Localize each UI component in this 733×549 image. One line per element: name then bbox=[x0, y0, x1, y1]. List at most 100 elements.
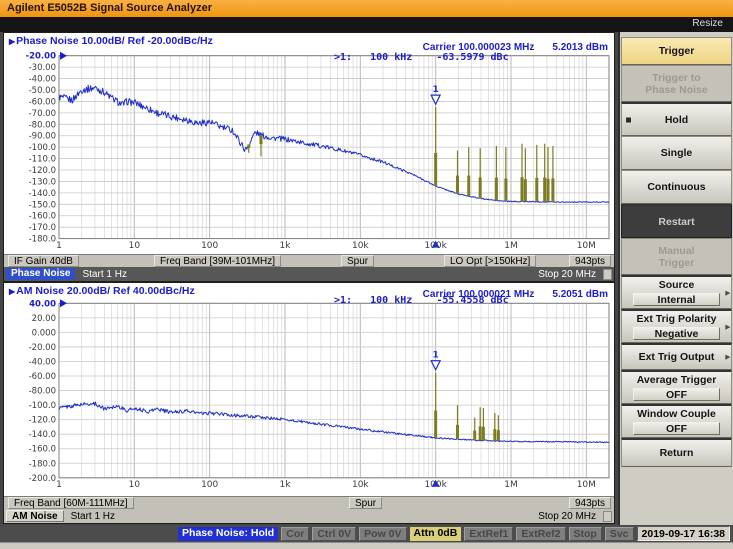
phase-noise-marker-readout: >1: 100 kHz -63.5979 dBc bbox=[334, 52, 509, 63]
plot-column: 1101001k10k100k1M10M-20.00-30.00-40.00-5… bbox=[0, 32, 618, 525]
status-bar: Phase Noise: Hold Cor Ctrl 0V Pow 0V Attn 0d… bbox=[0, 525, 733, 542]
phase-noise-panel: 1101001k10k100k1M10M-20.00-30.00-40.00-5… bbox=[4, 33, 614, 254]
menu-item-average-trigger[interactable]: Average Trigger OFF bbox=[621, 370, 732, 404]
phase-noise-status-row: IF Gain 40dB Freq Band [39M-101MHz] Spur LO… bbox=[4, 254, 614, 267]
menu-item-manual-trigger: Manual Trigger bbox=[621, 238, 732, 275]
title-bar: Agilent E5052B Signal Source Analyzer bbox=[0, 0, 733, 17]
svg-text:-90.00: -90.00 bbox=[29, 132, 56, 142]
svg-text:-120.0: -120.0 bbox=[29, 166, 56, 176]
svg-text:100: 100 bbox=[201, 241, 218, 251]
resize-button[interactable]: Resize bbox=[692, 18, 723, 29]
svg-text:-200.0: -200.0 bbox=[29, 474, 56, 484]
svg-text:-120.0: -120.0 bbox=[29, 416, 56, 426]
svg-text:1: 1 bbox=[56, 241, 62, 251]
menu-item-single[interactable]: Single bbox=[621, 136, 732, 170]
svg-text:10: 10 bbox=[129, 480, 141, 490]
svg-text:-60.00: -60.00 bbox=[29, 97, 56, 107]
svg-text:-20.00: -20.00 bbox=[26, 52, 56, 62]
svg-text:10: 10 bbox=[129, 241, 141, 251]
svg-text:1k: 1k bbox=[280, 241, 292, 251]
menu-item-ext-trig-output[interactable]: Ext Trig Output ▸ bbox=[621, 343, 732, 370]
statusbar-extref1: ExtRef1 bbox=[464, 526, 514, 541]
svg-text:-140.0: -140.0 bbox=[29, 430, 56, 440]
svg-text:-100.0: -100.0 bbox=[29, 401, 56, 411]
statusbar-pow: Pow 0V bbox=[359, 526, 407, 541]
menu-value: Internal bbox=[633, 292, 720, 306]
status-item-points: 943pts bbox=[568, 497, 611, 509]
svg-text:10M: 10M bbox=[577, 241, 596, 251]
menu-item-restart[interactable]: Restart bbox=[621, 204, 732, 238]
main-area: 1101001k10k100k1M10M-20.00-30.00-40.00-5… bbox=[0, 32, 733, 525]
menu-value: OFF bbox=[633, 421, 720, 435]
statusbar-attn: Attn 0dB bbox=[409, 526, 462, 541]
statusbar-phase-noise-hold[interactable]: Phase Noise: Hold bbox=[178, 526, 279, 541]
svg-text:-40.00: -40.00 bbox=[29, 75, 56, 85]
am-noise-header: ▶AM Noise 20.00dB/ Ref 40.00dBc/Hz bbox=[9, 285, 195, 297]
phase-noise-header: ▶Phase Noise 10.00dB/ Ref -20.00dBc/Hz bbox=[9, 35, 213, 47]
menu-label: Average Trigger bbox=[636, 373, 717, 386]
am-noise-window-tab[interactable]: AM Noise bbox=[6, 510, 64, 522]
menu-item-source[interactable]: Source Internal ▸ bbox=[621, 275, 732, 309]
svg-text:10M: 10M bbox=[577, 480, 596, 490]
menu-label: Trigger bbox=[658, 45, 695, 57]
status-item-lo-opt: LO Opt [>150kHz] bbox=[444, 255, 537, 267]
status-item-points: 943pts bbox=[568, 255, 611, 267]
am-noise-stop-label: Stop 20 MHz bbox=[538, 510, 596, 522]
menu-label: Hold bbox=[664, 113, 689, 126]
submenu-arrow-icon: ▸ bbox=[725, 287, 730, 297]
selection-dot-icon bbox=[626, 117, 631, 122]
phase-noise-plot: 1101001k10k100k1M10M-20.00-30.00-40.00-5… bbox=[26, 51, 610, 251]
statusbar-extref2: ExtRef2 bbox=[516, 526, 566, 541]
phase-noise-footer: Phase Noise Start 1 Hz Stop 20 MHz bbox=[4, 267, 614, 281]
footer-resize-handle[interactable] bbox=[603, 510, 612, 522]
svg-text:-30.00: -30.00 bbox=[29, 63, 56, 73]
svg-text:-130.0: -130.0 bbox=[29, 177, 56, 187]
menu-label: Source bbox=[658, 278, 695, 291]
menu-item-trigger[interactable]: Trigger bbox=[621, 37, 732, 65]
menu-item-return[interactable]: Return bbox=[621, 438, 732, 467]
menu-label: Ext Trig Polarity bbox=[636, 312, 717, 325]
svg-text:1: 1 bbox=[56, 480, 62, 490]
statusbar-stop: Stop bbox=[568, 526, 602, 541]
menu-label: Single bbox=[660, 147, 693, 159]
carrier-power: 5.2013 dBm bbox=[552, 42, 608, 53]
phase-noise-window-tab[interactable]: Phase Noise bbox=[6, 268, 76, 280]
menu-item-ext-trig-polarity[interactable]: Ext Trig Polarity Negative ▸ bbox=[621, 309, 732, 343]
svg-text:40.00: 40.00 bbox=[29, 299, 56, 309]
phase-noise-start-label: Start 1 Hz bbox=[82, 268, 127, 280]
svg-text:10k: 10k bbox=[352, 241, 369, 251]
svg-text:10k: 10k bbox=[352, 480, 369, 490]
menu-item-window-couple[interactable]: Window Couple OFF bbox=[621, 404, 732, 438]
svg-text:1: 1 bbox=[433, 85, 439, 95]
menu-label: Phase Noise bbox=[645, 83, 708, 96]
svg-text:1: 1 bbox=[433, 351, 439, 361]
svg-text:-50.00: -50.00 bbox=[29, 86, 56, 96]
carrier-power: 5.2051 dBm bbox=[552, 289, 608, 300]
footer-resize-handle[interactable] bbox=[603, 268, 612, 280]
phase-noise-stop-label: Stop 20 MHz bbox=[538, 268, 596, 280]
status-item-spur: Spur bbox=[341, 255, 375, 267]
svg-text:-80.00: -80.00 bbox=[29, 120, 56, 130]
am-noise-window: 1101001k10k100k1M10M40.0020.000.000-20.0… bbox=[3, 282, 615, 524]
svg-text:-180.0: -180.0 bbox=[29, 459, 56, 469]
menu-label: Trigger to bbox=[652, 71, 701, 84]
status-item-freq-band: Freq Band [60M-111MHz] bbox=[8, 497, 134, 509]
softkey-menu: Trigger Trigger to Phase Noise Hold Single Co… bbox=[618, 32, 733, 525]
bottom-strip bbox=[0, 542, 733, 549]
am-noise-marker-readout: >1: 100 kHz -55.4558 dBc bbox=[334, 295, 509, 306]
svg-text:-180.0: -180.0 bbox=[29, 235, 56, 245]
menu-value: Negative bbox=[633, 326, 720, 340]
instrument-screen: Agilent E5052B Signal Source Analyzer Re… bbox=[0, 0, 733, 549]
statusbar-datetime: 2019-09-17 16:38 bbox=[636, 526, 730, 541]
am-noise-panel: 1101001k10k100k1M10M40.0020.000.000-20.0… bbox=[4, 283, 614, 496]
menu-label: Trigger bbox=[658, 256, 695, 269]
top-strip: Resize bbox=[0, 17, 733, 32]
svg-text:100: 100 bbox=[201, 480, 218, 490]
am-noise-title: AM Noise 20.00dB/ Ref 40.00dBc/Hz bbox=[16, 285, 195, 297]
menu-label: Manual bbox=[658, 244, 695, 257]
menu-item-hold[interactable]: Hold bbox=[621, 102, 732, 136]
svg-text:-80.00: -80.00 bbox=[29, 387, 56, 397]
menu-item-continuous[interactable]: Continuous bbox=[621, 170, 732, 204]
menu-item-trigger-to-phase-noise: Trigger to Phase Noise bbox=[621, 65, 732, 102]
status-item-freq-band: Freq Band [39M-101MHz] bbox=[154, 255, 282, 267]
